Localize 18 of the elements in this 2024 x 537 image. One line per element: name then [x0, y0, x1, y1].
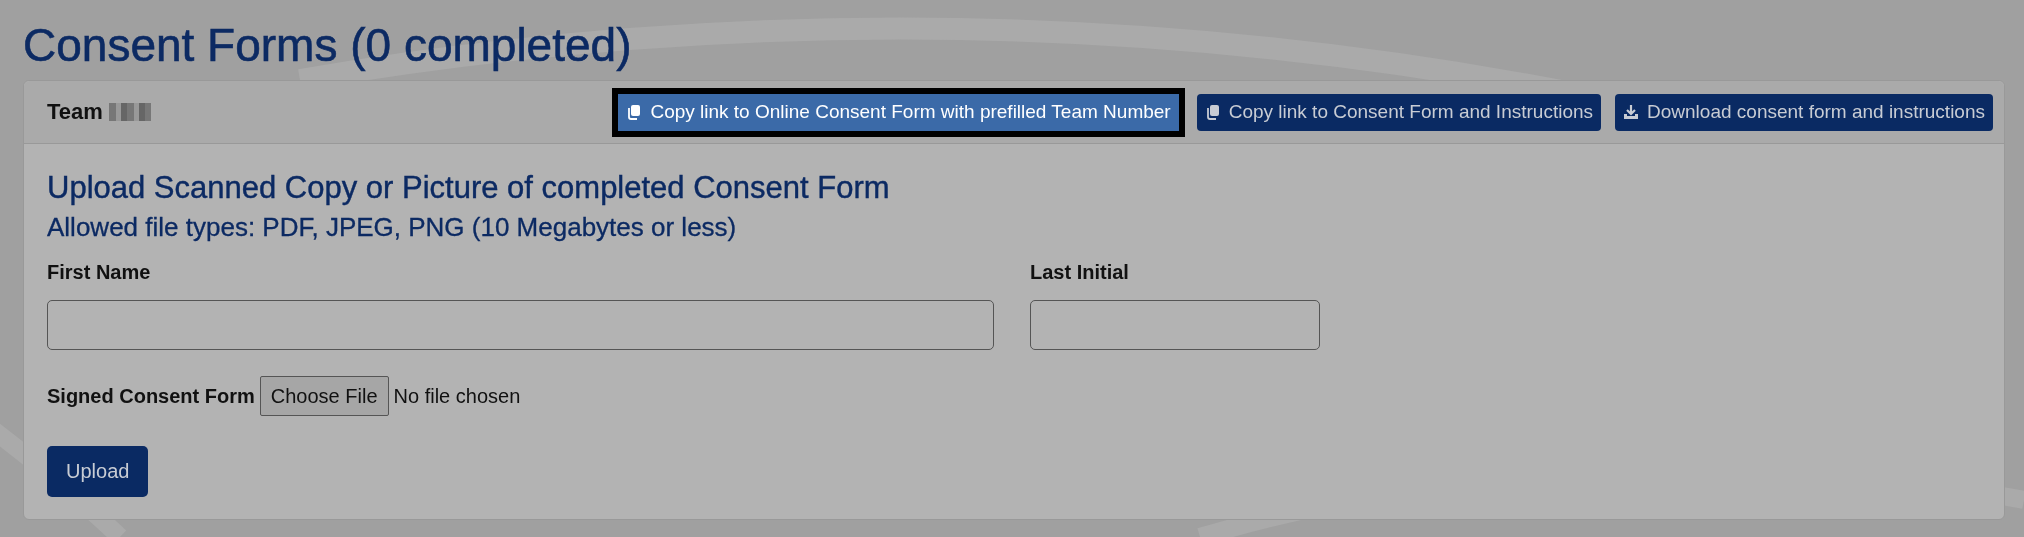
copy-icon — [1204, 104, 1221, 120]
redacted-mark — [108, 103, 151, 121]
download-icon — [1623, 104, 1640, 120]
text-input[interactable] — [1030, 300, 1320, 350]
action-button[interactable]: Download consent form and instructions — [1615, 93, 1993, 131]
field-label: Signed Consent Form — [47, 384, 255, 408]
file-status: No file chosen — [393, 384, 521, 408]
action-button[interactable]: Copy link to Consent Form and Instructions — [1196, 93, 1602, 131]
page-title: Consent Forms (0 completed) — [23, 18, 633, 73]
team-label: Team — [47, 99, 103, 125]
copy-icon — [626, 104, 643, 120]
upload-button[interactable]: Upload — [47, 446, 149, 497]
field-label: Last Initial — [1030, 261, 1130, 284]
choose-file-button[interactable]: Choose File — [259, 376, 389, 416]
field-label: First Name — [47, 261, 152, 284]
section-heading: Upload Scanned Copy or Picture of completed Consent Form — [47, 170, 891, 206]
section-subheading: Allowed file types: PDF, JPEG, PNG (10 Megabytes or less) — [47, 212, 738, 243]
text-input[interactable] — [47, 300, 994, 350]
